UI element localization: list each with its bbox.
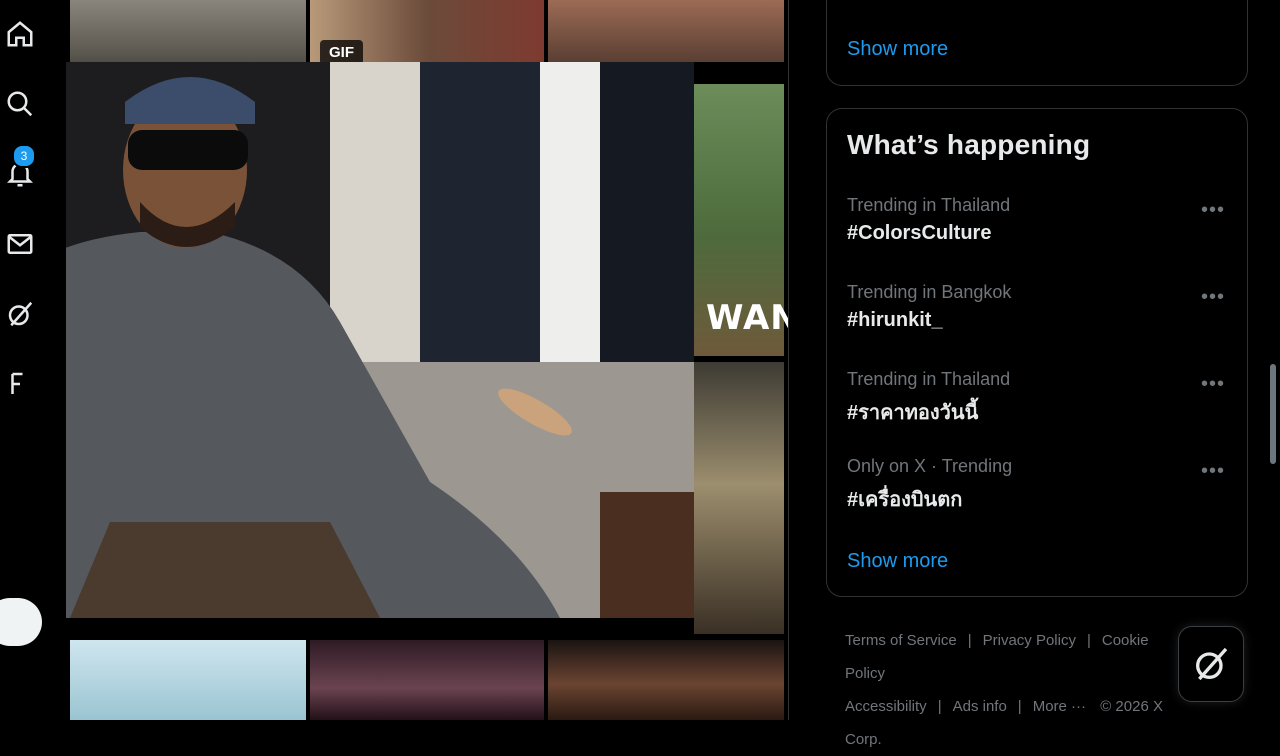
mail-icon[interactable] <box>0 224 40 264</box>
media-tile[interactable] <box>694 362 784 634</box>
more-options-icon[interactable]: ••• <box>1201 460 1225 483</box>
grok-button[interactable] <box>1178 626 1244 702</box>
grok-icon <box>1196 647 1228 681</box>
grok-icon[interactable] <box>0 294 40 334</box>
show-more-link[interactable]: Show more <box>847 550 948 573</box>
terms-link[interactable]: Terms of Service <box>845 632 957 649</box>
trend-name: #ราคาทองวันนี้ <box>847 402 979 424</box>
trend-name: #เครื่องบินตก <box>847 489 963 511</box>
bell-icon[interactable]: 3 <box>0 144 40 194</box>
sidebar-top-panel: Show more <box>826 0 1248 86</box>
media-tile[interactable] <box>310 640 544 720</box>
trend-meta: Trending in Thailand <box>847 195 1011 215</box>
section-title: What’s happening <box>847 129 1091 160</box>
home-icon[interactable] <box>0 14 40 54</box>
trend-item[interactable]: Trending in Thailand #ราคาทองวันนี้ ••• <box>847 369 1237 428</box>
more-options-icon[interactable]: ••• <box>1201 373 1225 396</box>
whats-happening-panel: What’s happening Trending in Thailand #C… <box>826 108 1248 597</box>
trend-name: #hirunkit_ <box>847 309 943 331</box>
media-tile[interactable] <box>548 640 784 720</box>
privacy-link[interactable]: Privacy Policy <box>983 632 1076 649</box>
trend-meta: Trending in Thailand <box>847 369 1011 389</box>
scrollbar-thumb[interactable] <box>1270 364 1276 464</box>
people-icon[interactable] <box>0 364 40 404</box>
search-icon[interactable] <box>0 84 40 124</box>
more-options-icon[interactable]: ••• <box>1201 199 1225 222</box>
show-more-link[interactable]: Show more <box>847 38 948 61</box>
webcam-overlay <box>0 62 694 618</box>
trend-item[interactable]: Only on X · Trending #เครื่องบินตก ••• <box>847 456 1237 515</box>
trend-item[interactable]: Trending in Thailand #ColorsCulture ••• <box>847 195 1237 245</box>
trend-name: #ColorsCulture <box>847 222 992 244</box>
more-link[interactable]: More ··· <box>1033 698 1086 715</box>
media-tile[interactable] <box>548 0 784 62</box>
accessibility-link[interactable]: Accessibility <box>845 698 927 715</box>
more-options-icon[interactable]: ••• <box>1201 286 1225 309</box>
trend-item[interactable]: Trending in Bangkok #hirunkit_ ••• <box>847 282 1237 332</box>
media-tile[interactable] <box>70 640 306 720</box>
ads-info-link[interactable]: Ads info <box>953 698 1007 715</box>
footer-links: Terms of Service | Privacy Policy | Cookie P… <box>845 632 1163 748</box>
video-overlay-text: WAN <box>706 298 788 338</box>
column-divider <box>788 0 789 720</box>
trend-meta: Trending in Bangkok <box>847 282 1012 302</box>
notifications-badge: 3 <box>12 144 36 168</box>
trend-meta: Only on X · Trending <box>847 456 1013 476</box>
